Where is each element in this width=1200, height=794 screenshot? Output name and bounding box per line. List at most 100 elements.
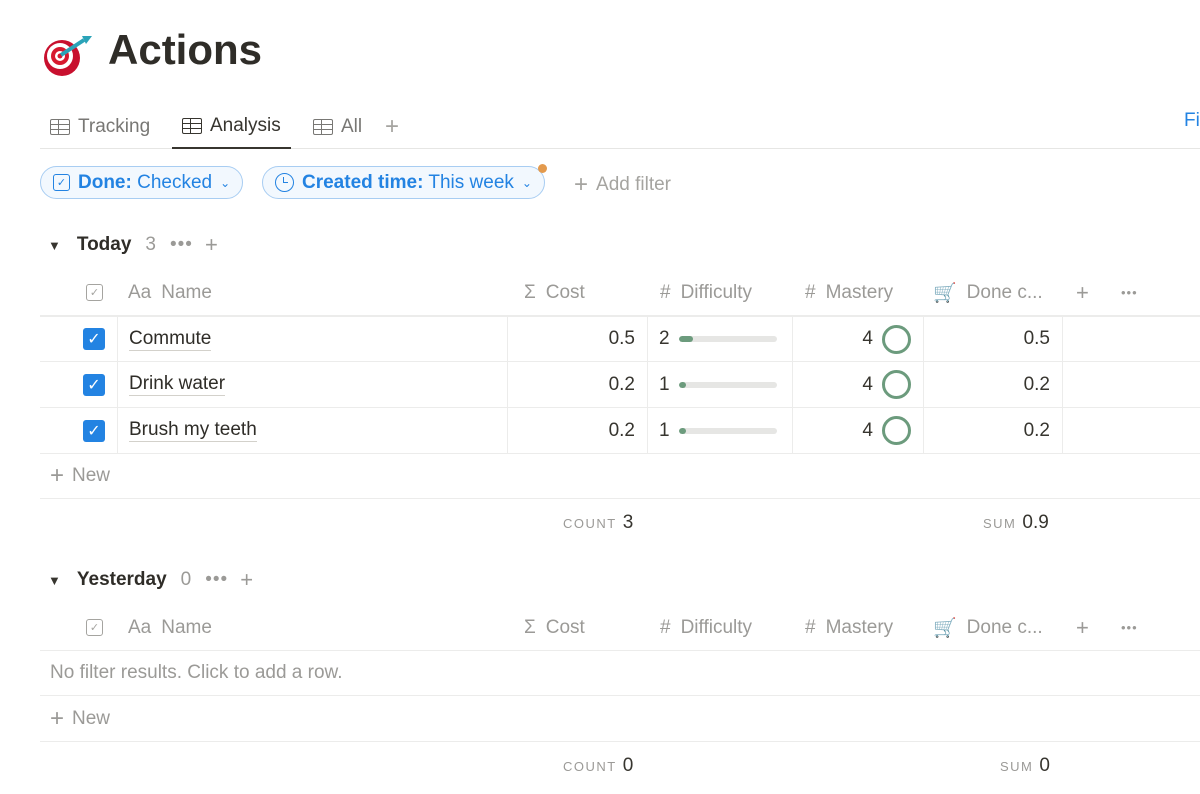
cost-value: 0.2: [608, 419, 635, 441]
table-icon: [313, 118, 333, 135]
name-cell[interactable]: Drink water: [117, 362, 507, 407]
group-header-today[interactable]: ▼ Today 3 ••• +: [48, 232, 218, 258]
calc-value: 0: [1039, 755, 1050, 776]
filter-chip-created-time[interactable]: Created time: This week ⌄: [262, 164, 547, 199]
mastery-cell[interactable]: 4: [792, 317, 923, 361]
tab-tracking[interactable]: Tracking: [50, 104, 150, 149]
difficulty-value: 1: [659, 373, 670, 395]
new-row-button[interactable]: + New: [40, 453, 1200, 499]
name-cell[interactable]: Commute: [117, 317, 507, 361]
done-cost-cell[interactable]: 0.2: [923, 362, 1063, 407]
more-icon[interactable]: •••: [1121, 605, 1138, 650]
column-label: Mastery: [825, 616, 894, 638]
mastery-cell[interactable]: 4: [792, 362, 923, 407]
checkbox-icon: ✓: [86, 619, 103, 636]
difficulty-cell[interactable]: 1: [647, 362, 792, 407]
tab-analysis[interactable]: Analysis: [172, 104, 291, 149]
done-cost-cell[interactable]: 0.2: [923, 408, 1063, 453]
calc-sum[interactable]: SUM 0: [1000, 755, 1050, 777]
tab-label: Analysis: [210, 114, 281, 136]
calc-label: COUNT: [563, 516, 617, 531]
filter-button[interactable]: Fi: [1184, 110, 1200, 132]
checkmark-icon: ✓: [83, 328, 105, 350]
table-icon: [182, 117, 202, 134]
number-icon: #: [660, 281, 671, 303]
calc-count[interactable]: COUNT 0: [563, 755, 633, 777]
column-header-mastery[interactable]: # Mastery: [805, 605, 893, 650]
sigma-icon: Σ: [524, 616, 536, 638]
plus-icon: +: [574, 171, 589, 198]
plus-icon: +: [50, 461, 65, 489]
done-checkbox[interactable]: ✓: [83, 317, 105, 361]
difficulty-cell[interactable]: 2: [647, 317, 792, 361]
select-all-checkbox[interactable]: ✓: [86, 270, 103, 315]
column-label: Name: [161, 281, 212, 303]
filter-value: This week: [428, 171, 514, 193]
cost-cell[interactable]: 0.2: [507, 362, 647, 407]
collapse-triangle-icon[interactable]: ▼: [48, 238, 61, 253]
difficulty-progress-bar: [678, 427, 777, 434]
group-header-yesterday[interactable]: ▼ Yesterday 0 ••• +: [48, 567, 253, 593]
column-header-done-cost[interactable]: 🛒 Done c...: [933, 270, 1043, 315]
column-header-mastery[interactable]: # Mastery: [805, 270, 893, 315]
new-row-button[interactable]: + New: [40, 696, 1200, 742]
table-row[interactable]: ✓ Commute 0.5 2 4 0.5: [40, 316, 1200, 362]
add-column-plus-icon[interactable]: +: [1076, 605, 1089, 650]
chevron-down-icon: ⌄: [220, 175, 231, 190]
chevron-down-icon: ⌄: [521, 175, 532, 190]
more-icon[interactable]: •••: [1121, 270, 1138, 315]
column-header-name[interactable]: Aa Name: [128, 605, 212, 650]
table-row[interactable]: ✓ Drink water 0.2 1 4 0.2: [40, 362, 1200, 408]
unsaved-dot: [537, 164, 547, 173]
page-icon-target[interactable]: [42, 32, 94, 78]
calc-count[interactable]: COUNT 3: [563, 512, 633, 534]
column-header-difficulty[interactable]: # Difficulty: [660, 270, 752, 315]
more-icon[interactable]: •••: [170, 234, 193, 256]
add-column-plus-icon[interactable]: +: [1076, 270, 1089, 315]
column-header-difficulty[interactable]: # Difficulty: [660, 605, 752, 650]
name-cell[interactable]: Brush my teeth: [117, 408, 507, 453]
empty-results-row[interactable]: No filter results. Click to add a row.: [40, 650, 1200, 696]
collapse-triangle-icon[interactable]: ▼: [48, 573, 61, 588]
cost-cell[interactable]: 0.5: [507, 317, 647, 361]
mastery-value: 4: [862, 419, 873, 441]
table-row[interactable]: ✓ Brush my teeth 0.2 1 4 0.2: [40, 408, 1200, 454]
column-header-done-cost[interactable]: 🛒 Done c...: [933, 605, 1043, 650]
difficulty-cell[interactable]: 1: [647, 408, 792, 453]
row-name: Drink water: [129, 373, 226, 396]
difficulty-progress-bar: [678, 336, 777, 342]
checkbox-icon: ✓: [86, 284, 103, 301]
shopping-cart-icon: 🛒: [933, 617, 957, 639]
done-cost-cell[interactable]: 0.5: [923, 317, 1063, 361]
number-icon: #: [805, 616, 816, 638]
cost-cell[interactable]: 0.2: [507, 408, 647, 453]
filter-chip-done[interactable]: ✓ Done: Checked ⌄: [40, 166, 244, 199]
column-label: Difficulty: [680, 616, 753, 638]
calc-sum[interactable]: SUM 0.9: [983, 512, 1049, 534]
cost-value: 0.5: [608, 328, 635, 349]
add-filter-button[interactable]: + Add filter: [574, 171, 671, 199]
column-header-cost[interactable]: Σ Cost: [524, 605, 585, 650]
done-checkbox[interactable]: ✓: [83, 362, 105, 407]
mastery-cell[interactable]: 4: [792, 408, 923, 453]
difficulty-progress-bar: [678, 381, 777, 388]
calc-value: 3: [622, 512, 634, 533]
table-header: ✓ Aa Name Σ Cost # Difficulty # Mastery 🛒 Don…: [40, 605, 1200, 651]
column-header-cost[interactable]: Σ Cost: [524, 270, 585, 315]
plus-icon[interactable]: +: [205, 232, 218, 258]
table-icon: [50, 118, 70, 135]
mastery-value: 4: [862, 328, 873, 349]
more-icon[interactable]: •••: [205, 569, 228, 591]
column-label: Name: [161, 616, 212, 638]
calc-value: 0.9: [1022, 512, 1049, 533]
empty-text: No filter results. Click to add a row.: [50, 661, 343, 683]
select-all-checkbox[interactable]: ✓: [86, 605, 103, 650]
add-view-plus-icon[interactable]: +: [385, 104, 399, 149]
done-checkbox[interactable]: ✓: [83, 408, 105, 453]
plus-icon[interactable]: +: [240, 567, 253, 593]
page-title[interactable]: Actions: [108, 26, 262, 74]
tab-all[interactable]: All: [313, 104, 362, 149]
column-label: Difficulty: [680, 281, 753, 303]
column-header-name[interactable]: Aa Name: [128, 270, 212, 315]
tab-label: Tracking: [78, 115, 151, 137]
